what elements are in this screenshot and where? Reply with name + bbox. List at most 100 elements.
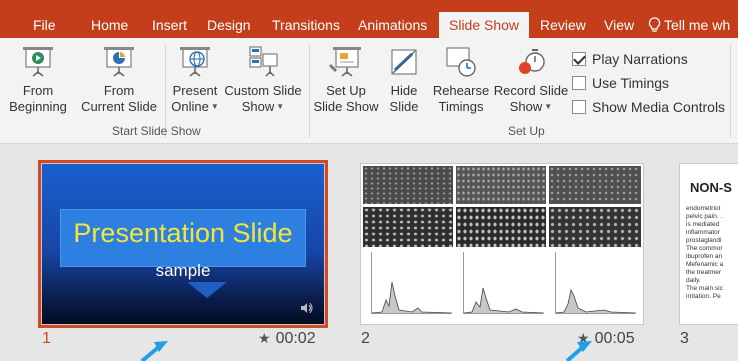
ribbon: From Beginning From Current Slide Presen… <box>0 38 738 144</box>
group-label-start-slide-show: Start Slide Show <box>112 124 201 138</box>
slide-thumbnail-1[interactable]: Presentation Slide sample <box>38 160 328 328</box>
tab-home[interactable]: Home <box>91 12 128 38</box>
slide-text-line: endometriot <box>686 205 721 212</box>
slide-timing: ★ 00:02 <box>258 330 316 348</box>
tab-file[interactable]: File <box>33 12 56 38</box>
micrograph-image <box>363 166 453 204</box>
slide-text-line: ibuprofen an <box>686 253 723 260</box>
slide-subtitle: sample <box>155 261 211 280</box>
micrograph-image <box>456 166 546 204</box>
show-media-controls-checkbox[interactable]: Show Media Controls <box>572 98 725 116</box>
record-label-1: Record Slide <box>493 83 569 98</box>
from-beginning-button[interactable]: From Beginning <box>0 44 76 115</box>
tab-animations[interactable]: Animations <box>358 12 427 38</box>
histogram-image <box>555 252 637 314</box>
custom-slide-show-icon <box>249 46 278 77</box>
slide-number: 3 <box>680 330 689 347</box>
present-from-beginning-icon <box>23 47 53 77</box>
set-up-label-1: Set Up <box>326 83 366 98</box>
tab-design[interactable]: Design <box>207 12 251 38</box>
hide-slide-label-1: Hide <box>390 83 418 98</box>
group-separator <box>730 44 731 138</box>
slide-text-line: The commor <box>686 245 723 252</box>
slide-title: NON-S <box>690 180 732 195</box>
dropdown-caret-icon: ▼ <box>210 102 219 111</box>
histogram-image <box>371 252 453 314</box>
lightbulb-icon <box>648 17 661 32</box>
use-timings-checkbox[interactable]: Use Timings <box>572 74 669 92</box>
rehearse-timings-button[interactable]: Rehearse Timings <box>430 44 492 115</box>
tab-view[interactable]: View <box>604 12 634 38</box>
present-from-current-icon <box>104 47 134 77</box>
slide-thumbnail-2[interactable] <box>361 164 643 324</box>
tab-insert[interactable]: Insert <box>152 12 187 38</box>
hide-slide-icon <box>391 49 417 75</box>
present-online-button[interactable]: Present Online ▼ <box>167 44 223 115</box>
pointer-arrow-icon <box>140 341 168 361</box>
slide-text-line: daily. <box>686 277 701 284</box>
pointer-arrow-icon <box>565 341 592 361</box>
play-narrations-checkbox[interactable]: Play Narrations <box>572 50 688 68</box>
slide-number: 1 <box>42 330 51 347</box>
rehearse-timings-icon <box>446 47 476 77</box>
group-separator <box>309 44 310 138</box>
present-online-label-1: Present <box>172 83 218 98</box>
show-media-controls-label: Show Media Controls <box>592 99 726 115</box>
slide-text-line: Mefenamic a <box>686 261 724 268</box>
slide-sorter: Presentation Slide sample NON-S endometr… <box>0 144 738 361</box>
checkbox-unchecked-icon <box>572 100 586 114</box>
micrograph-image <box>549 166 641 204</box>
present-online-label-2: Online <box>171 99 209 114</box>
speaker-icon <box>301 302 313 314</box>
record-slide-show-button[interactable]: Record Slide Show ▼ <box>492 44 570 115</box>
from-beginning-label-1: From <box>22 83 54 98</box>
slide-text-line: the treatmer <box>686 269 722 276</box>
use-timings-label: Use Timings <box>592 75 670 91</box>
tab-transitions[interactable]: Transitions <box>272 12 340 38</box>
record-slide-show-icon <box>519 49 545 74</box>
slide-thumbnail-3[interactable]: NON-S endometriot pelvic pain. . is medi… <box>680 164 738 324</box>
from-beginning-label-2: Beginning <box>9 99 67 114</box>
slide-text-line: prostaglandi <box>686 237 722 244</box>
record-label-2: Show <box>509 99 543 114</box>
ribbon-tab-bar: File Home Insert Design Transitions Anim… <box>0 0 738 38</box>
tab-review[interactable]: Review <box>540 12 586 38</box>
slide-text-line: inflammator <box>686 229 720 236</box>
checkbox-checked-icon <box>572 52 586 66</box>
micrograph-image <box>549 207 641 247</box>
from-current-label-1: From <box>103 83 135 98</box>
tell-me-search[interactable]: Tell me wh <box>648 12 730 38</box>
slide-text-line: The main sic <box>686 285 723 292</box>
micrograph-image <box>456 207 546 247</box>
set-up-label-2: Slide Show <box>313 99 379 114</box>
hide-slide-button[interactable]: Hide Slide <box>382 44 426 115</box>
transition-star-icon: ★ <box>258 330 271 346</box>
tell-me-label: Tell me wh <box>664 17 731 33</box>
set-up-slide-show-button[interactable]: Set Up Slide Show <box>311 44 381 115</box>
slide-timing-value: 00:02 <box>275 330 316 347</box>
from-current-label-2: Current Slide <box>81 99 157 114</box>
slide-text-line: is mediated <box>686 221 720 228</box>
custom-slide-show-label-1: Custom Slide <box>224 83 302 98</box>
histogram-image <box>463 252 545 314</box>
slide-text-line: irritation. Pe <box>686 293 721 300</box>
rehearse-label-1: Rehearse <box>432 83 490 98</box>
checkbox-unchecked-icon <box>572 76 586 90</box>
dropdown-caret-icon: ▼ <box>544 102 553 111</box>
set-up-slide-show-icon <box>329 47 361 77</box>
present-online-icon <box>180 47 210 77</box>
dropdown-caret-icon: ▼ <box>276 102 285 111</box>
group-label-set-up: Set Up <box>508 124 545 138</box>
slide-title: Presentation Slide <box>73 218 293 248</box>
slide-title-box: Presentation Slide <box>60 209 306 267</box>
hide-slide-label-2: Slide <box>389 99 419 114</box>
custom-slide-show-label-2: Show <box>241 99 275 114</box>
slide-text-line: pelvic pain. . <box>686 213 723 220</box>
play-narrations-label: Play Narrations <box>592 51 688 67</box>
slide-decorative-shape <box>187 282 227 298</box>
micrograph-image <box>363 207 453 247</box>
custom-slide-show-button[interactable]: Custom Slide Show ▼ <box>223 44 303 115</box>
tab-slide-show[interactable]: Slide Show <box>439 12 530 38</box>
rehearse-label-2: Timings <box>438 99 484 114</box>
from-current-slide-button[interactable]: From Current Slide <box>77 44 161 115</box>
